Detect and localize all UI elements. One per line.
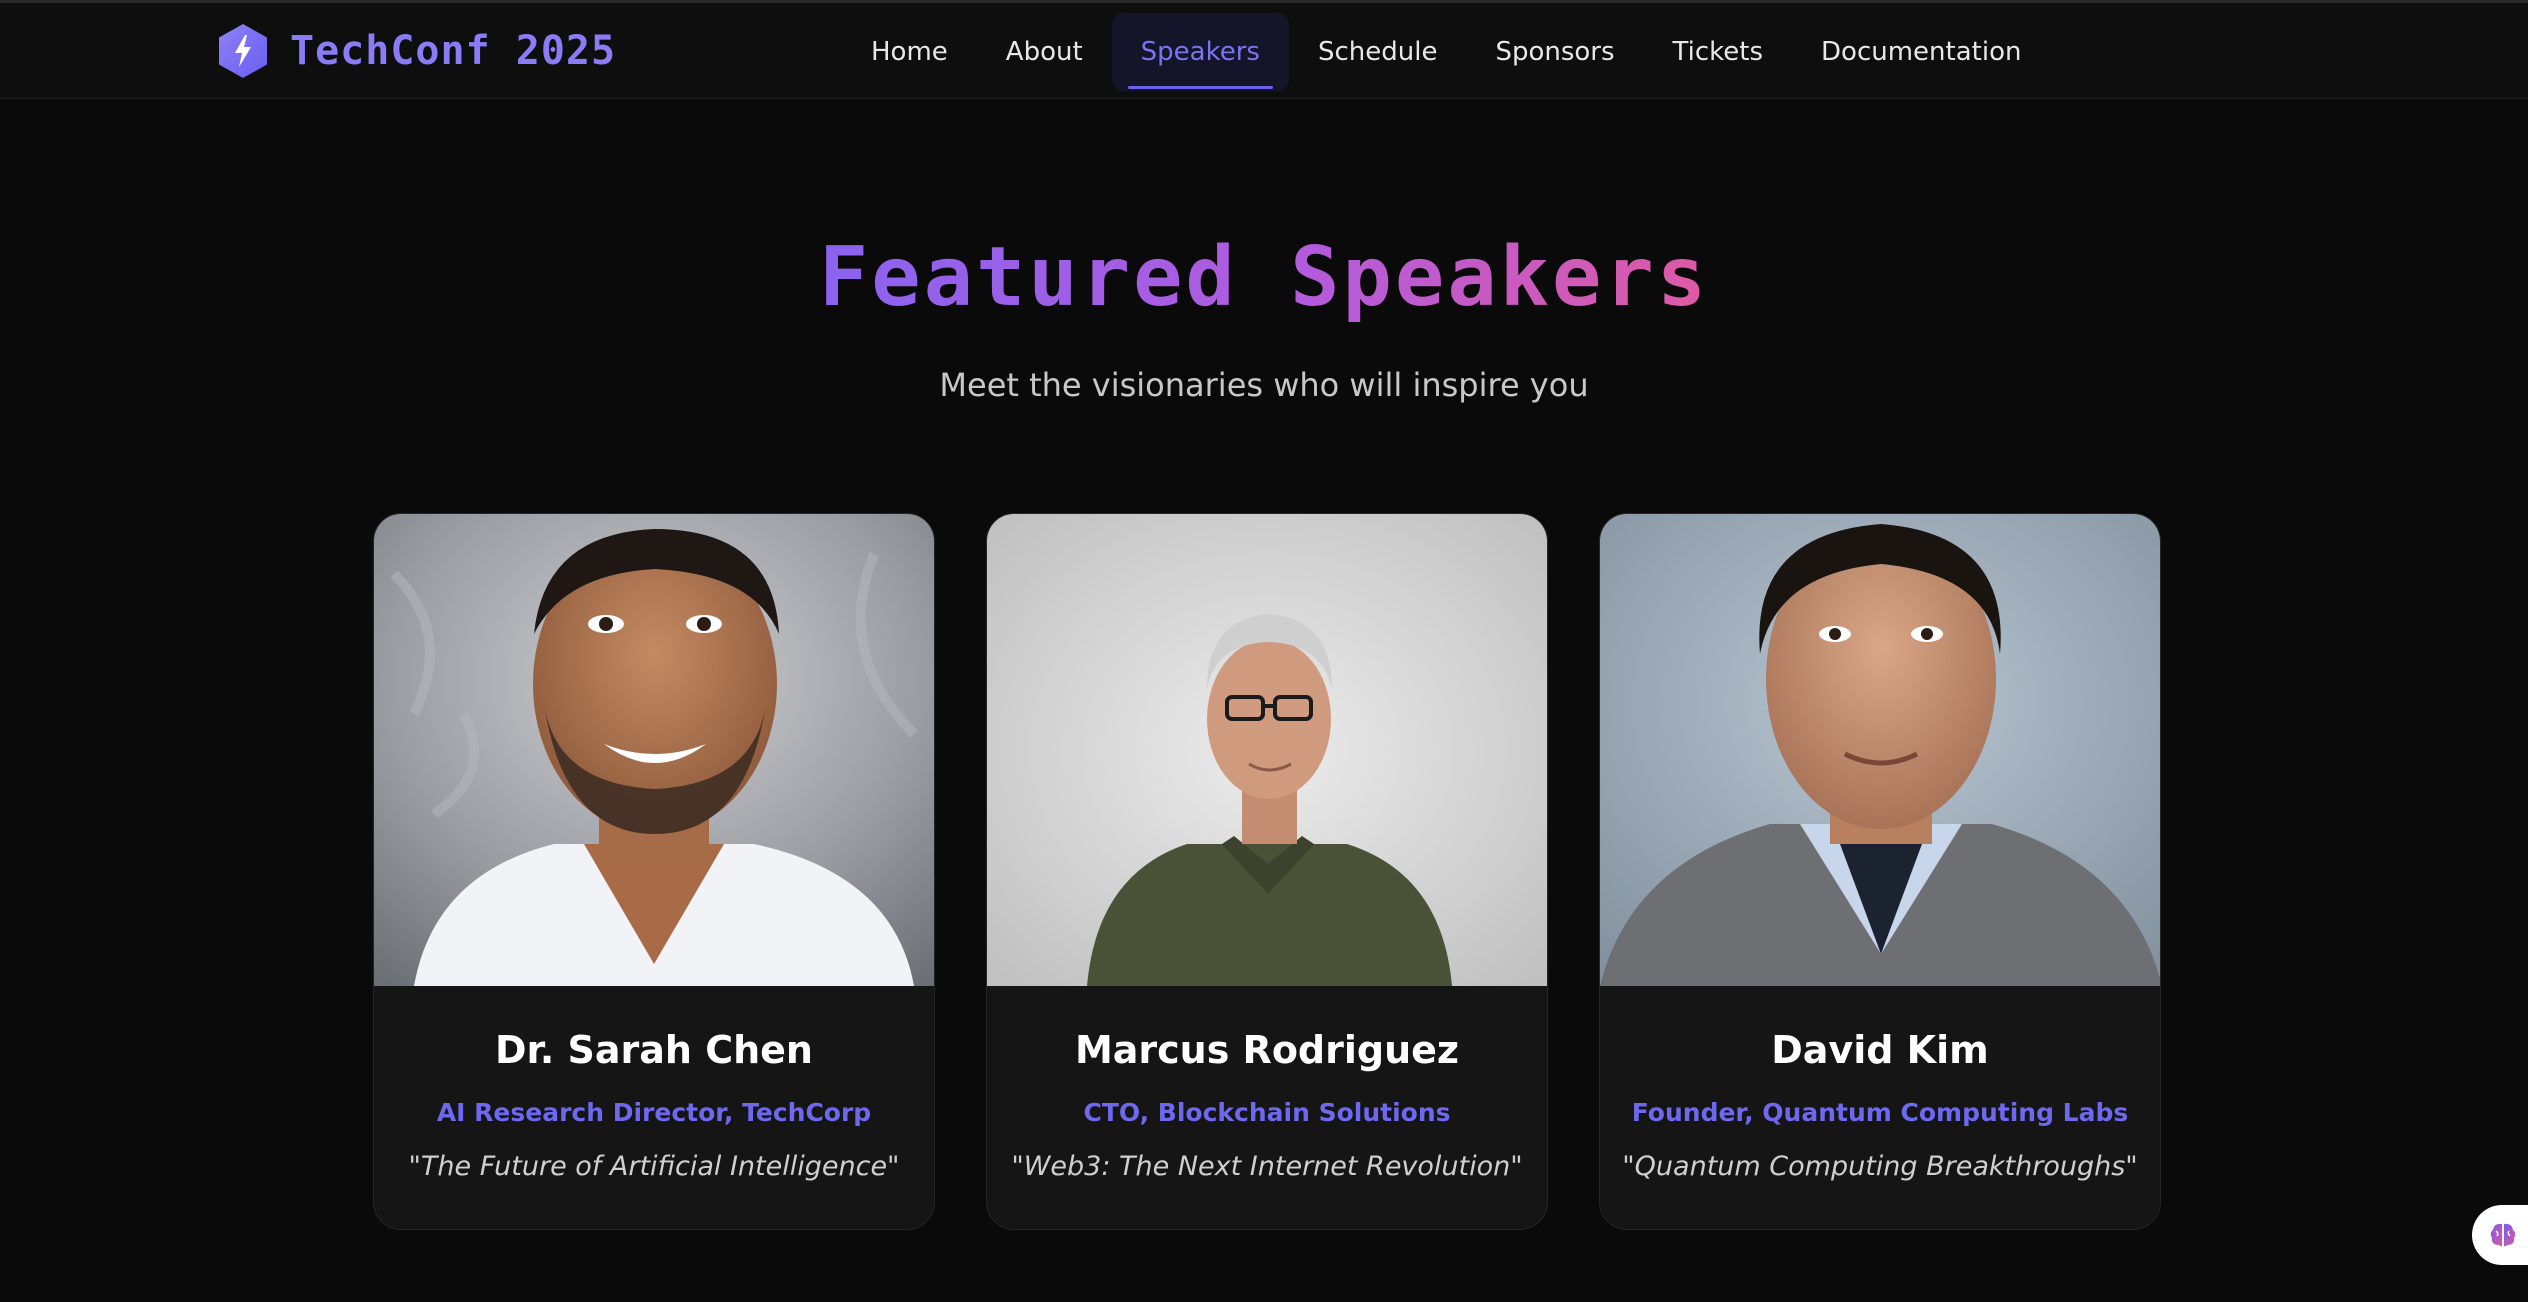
speaker-info: Dr. Sarah Chen AI Research Director, Tec… <box>374 986 934 1182</box>
speaker-info: David Kim Founder, Quantum Computing Lab… <box>1600 986 2160 1182</box>
brain-icon <box>2490 1223 2516 1247</box>
speaker-photo-1 <box>374 514 934 986</box>
brand-title: TechConf 2025 <box>290 28 617 74</box>
page-title: Featured Speakers <box>0 230 2528 325</box>
nav-sponsors[interactable]: Sponsors <box>1466 13 1643 91</box>
lightning-hexagon-icon <box>219 24 267 78</box>
assistant-button[interactable] <box>2472 1205 2528 1265</box>
speaker-name: Marcus Rodriguez <box>1074 1028 1460 1072</box>
speaker-name: Dr. Sarah Chen <box>495 1028 813 1072</box>
nav-speakers[interactable]: Speakers <box>1111 13 1289 91</box>
speaker-card[interactable]: Marcus Rodriguez CTO, Blockchain Solutio… <box>986 513 1548 1230</box>
site-header: TechConf 2025 Home About Speakers Schedu… <box>0 3 2528 99</box>
brand-link[interactable]: TechConf 2025 <box>214 23 616 79</box>
page-title-text: Featured Speakers <box>818 230 1710 325</box>
speaker-talk: "Web3: The Next Internet Revolution" <box>1011 1151 1523 1182</box>
speaker-talk: "Quantum Computing Breakthroughs" <box>1622 1151 2138 1182</box>
nav-schedule[interactable]: Schedule <box>1289 13 1466 91</box>
speaker-card[interactable]: David Kim Founder, Quantum Computing Lab… <box>1599 513 2161 1230</box>
speaker-card[interactable]: Dr. Sarah Chen AI Research Director, Tec… <box>373 513 935 1230</box>
speaker-role: AI Research Director, TechCorp <box>436 1098 872 1127</box>
page-subtitle: Meet the visionaries who will inspire yo… <box>939 366 1589 404</box>
speaker-photo-3 <box>1600 514 2160 986</box>
speaker-name: David Kim <box>1771 1028 1989 1072</box>
speaker-info: Marcus Rodriguez CTO, Blockchain Solutio… <box>987 986 1547 1182</box>
nav-home[interactable]: Home <box>842 13 977 91</box>
nav-about[interactable]: About <box>977 13 1112 91</box>
nav-documentation[interactable]: Documentation <box>1792 13 2050 91</box>
speaker-role: Founder, Quantum Computing Labs <box>1631 1098 2129 1127</box>
speaker-talk: "The Future of Artificial Intelligence" <box>408 1151 900 1182</box>
speaker-role: CTO, Blockchain Solutions <box>1083 1098 1451 1127</box>
speaker-photo-2 <box>987 514 1547 986</box>
nav-tickets[interactable]: Tickets <box>1644 13 1792 91</box>
speakers-grid: Dr. Sarah Chen AI Research Director, Tec… <box>373 513 2162 1230</box>
main-nav: Home About Speakers Schedule Sponsors Ti… <box>842 13 2050 91</box>
